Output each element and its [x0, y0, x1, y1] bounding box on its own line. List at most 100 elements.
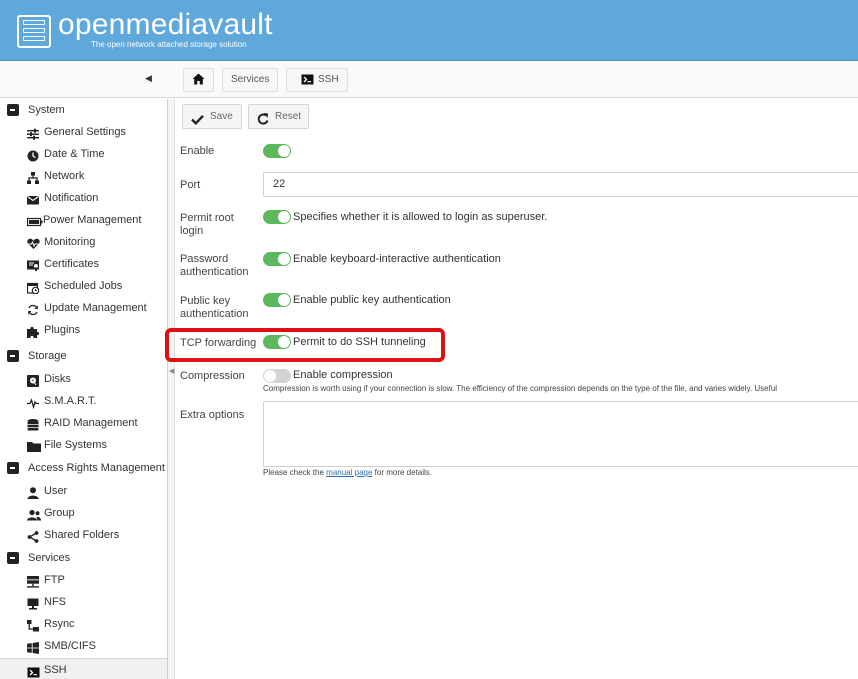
network-icon [27, 170, 39, 184]
sidebar-item-nfs[interactable]: NFS [0, 591, 167, 613]
sidebar-item-label: Group [44, 507, 75, 519]
permit-root-toggle[interactable] [263, 210, 291, 224]
sidebar-item-label: SMB/CIFS [44, 640, 96, 652]
sidebar-item-label: Date & Time [44, 148, 105, 160]
sidebar-item-label: Power Management [43, 214, 142, 226]
pubkey-auth-text: Enable public key authentication [293, 294, 451, 306]
hint-text: for more details. [372, 468, 432, 477]
sidebar-item-label: Update Management [44, 302, 147, 314]
sidebar-item-label: Rsync [44, 618, 75, 630]
user-icon [27, 485, 39, 499]
sidebar-item-disks[interactable]: Disks [0, 368, 167, 390]
sidebar-item-label: Shared Folders [44, 529, 120, 541]
compression-hint: Compression is worth using if your conne… [263, 384, 778, 393]
envelope-icon [27, 192, 39, 205]
sidebar-item-scheduled-jobs[interactable]: Scheduled Jobs [0, 275, 167, 297]
chevron-left-icon[interactable]: ◀ [145, 73, 155, 85]
extra-options-hint: Please check the manual page for more de… [263, 468, 432, 477]
sidebar-item-group[interactable]: Group [0, 502, 167, 524]
sidebar-item-raid-management[interactable]: RAID Management [0, 412, 167, 434]
certificate-icon [27, 258, 39, 272]
sidebar-item-label: Network [44, 170, 85, 182]
enable-toggle[interactable] [263, 144, 291, 158]
minus-square-icon [7, 350, 19, 362]
sidebar-item-label: Notification [44, 192, 99, 204]
permit-root-label: Permit root login [180, 212, 234, 237]
heartbeat-icon [27, 236, 40, 249]
sidebar-item-smart[interactable]: S.M.A.R.T. [0, 390, 167, 412]
refresh-icon [27, 302, 39, 316]
permit-root-text: Specifies whether it is allowed to login… [293, 211, 548, 223]
save-button-label: Save [210, 111, 233, 122]
sidebar-item-ftp[interactable]: FTP [0, 569, 167, 591]
windows-icon [27, 640, 39, 654]
sidebar-item-label: Services [28, 552, 71, 564]
share-icon [27, 529, 39, 543]
reset-button[interactable]: Reset [248, 104, 309, 129]
sidebar-item-label: RAID Management [44, 417, 138, 429]
app-title: openmediavault [58, 8, 273, 41]
sidebar-item-certificates[interactable]: Certificates [0, 253, 167, 275]
compression-toggle[interactable] [263, 369, 291, 383]
sidebar-group-services[interactable]: Services [0, 547, 167, 569]
save-button[interactable]: Save [182, 104, 242, 129]
breadcrumb-item-ssh[interactable]: SSH [286, 68, 348, 92]
sliders-icon [27, 126, 39, 140]
logo-icon [17, 15, 51, 48]
port-value: 22 [273, 178, 286, 190]
terminal-icon [27, 664, 40, 678]
panel-splitter[interactable]: ◀ [168, 99, 175, 679]
sidebar-item-date-time[interactable]: Date & Time [0, 143, 167, 165]
sidebar-item-smb-cifs[interactable]: SMB/CIFS [0, 635, 167, 657]
battery-icon [26, 214, 43, 227]
pubkey-auth-label: Public key authentication [180, 295, 249, 320]
password-auth-label: Password authentication [180, 253, 249, 278]
extra-options-label: Extra options [180, 409, 245, 421]
sidebar-item-label: Plugins [44, 324, 81, 336]
sidebar-item-rsync[interactable]: Rsync [0, 613, 167, 635]
pulse-icon [27, 395, 39, 410]
breadcrumb-item-label: SSH [318, 74, 339, 85]
sidebar-item-user[interactable]: User [0, 480, 167, 502]
calendar-clock-icon [26, 280, 40, 295]
extra-options-textarea[interactable] [263, 401, 858, 467]
sidebar-item-notification[interactable]: Notification [0, 187, 167, 209]
sidebar-item-update-management[interactable]: Update Management [0, 297, 167, 319]
sidebar-item-label: System [28, 104, 65, 116]
sidebar-item-label: SSH [44, 664, 67, 676]
sidebar-group-system[interactable]: System [0, 99, 167, 121]
sidebar-item-ssh[interactable]: SSH [0, 658, 167, 679]
compression-text: Enable compression [293, 369, 393, 381]
manual-page-link[interactable]: manual page [326, 468, 372, 477]
password-auth-toggle[interactable] [263, 252, 291, 266]
sidebar-item-label: Disks [44, 373, 71, 385]
sidebar-item-label: Scheduled Jobs [44, 280, 123, 292]
database-icon [27, 417, 39, 431]
sidebar-item-label: FTP [44, 574, 65, 586]
sidebar-item-monitoring[interactable]: Monitoring [0, 231, 167, 253]
sidebar-item-general-settings[interactable]: General Settings [0, 121, 167, 143]
sidebar-item-label: General Settings [44, 126, 126, 138]
port-input[interactable]: 22 [263, 172, 858, 197]
sidebar-item-shared-folders[interactable]: Shared Folders [0, 524, 167, 546]
sidebar: System General Settings Date & Time Netw… [0, 99, 168, 679]
desktop-icon [27, 596, 39, 610]
minus-square-icon [7, 104, 19, 116]
enable-label: Enable [180, 145, 215, 157]
sidebar-item-plugins[interactable]: Plugins [0, 319, 167, 341]
breadcrumb-home[interactable] [183, 68, 214, 92]
sidebar-item-file-systems[interactable]: File Systems [0, 434, 167, 456]
pubkey-auth-toggle[interactable] [263, 293, 291, 307]
server-icon [27, 574, 39, 588]
breadcrumb-item-services[interactable]: Services [222, 68, 279, 92]
sidebar-item-power-management[interactable]: Power Management [0, 209, 167, 231]
splitter-arrow-icon[interactable]: ◀ [169, 367, 174, 375]
sidebar-item-network[interactable]: Network [0, 165, 167, 187]
sidebar-group-storage[interactable]: Storage [0, 345, 167, 367]
sidebar-item-label: Storage [28, 350, 67, 362]
compression-label: Compression [180, 370, 245, 382]
app-subtitle: The open network attached storage soluti… [91, 40, 247, 49]
sidebar-group-access-rights[interactable]: Access Rights Management [0, 457, 167, 479]
highlight-annotation [165, 328, 445, 362]
terminal-icon [301, 74, 314, 85]
